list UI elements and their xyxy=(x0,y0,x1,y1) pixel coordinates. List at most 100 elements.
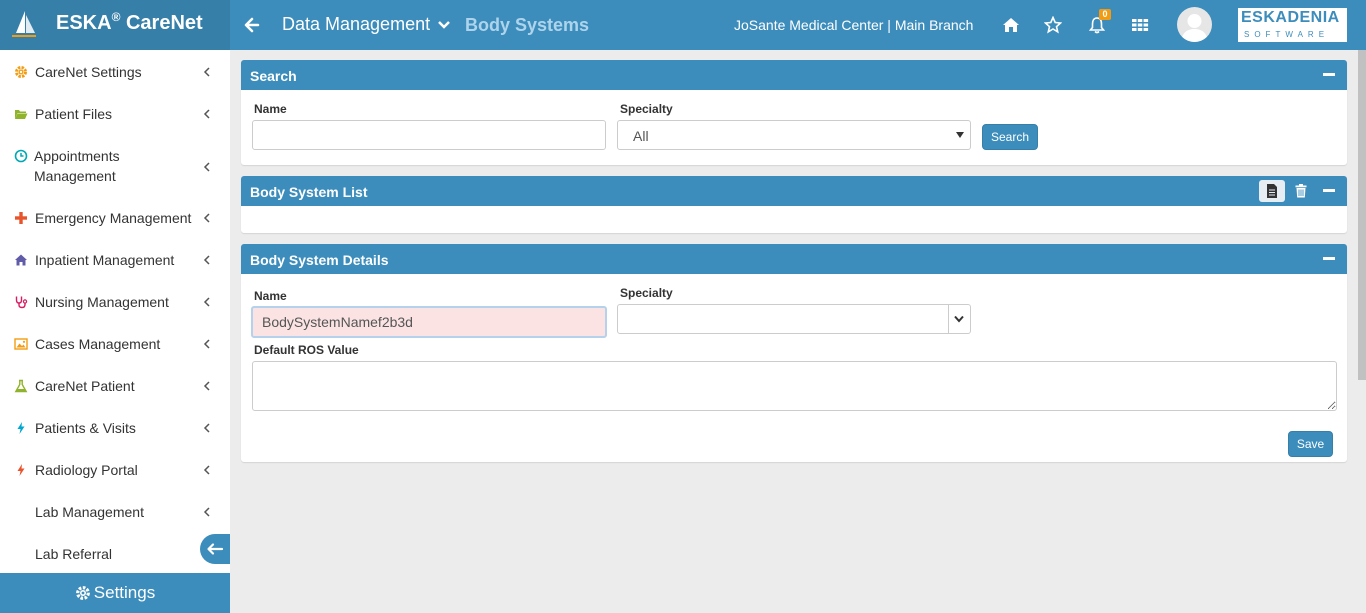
company-logo-line1: ESKADENIA xyxy=(1241,9,1340,26)
document-icon xyxy=(1267,184,1277,198)
brand-carenet: CareNet xyxy=(125,12,203,34)
sidebar-item-appointments-management[interactable]: Appointments Management xyxy=(0,145,230,189)
settings-label: Settings xyxy=(93,583,156,602)
trash-icon[interactable] xyxy=(1295,184,1307,198)
chevron-left-icon xyxy=(203,67,210,77)
chevron-left-icon xyxy=(203,255,210,265)
sidebar-item-carenet-patient[interactable]: CareNet Patient xyxy=(0,365,230,407)
sidebar-item-label: Patient Files xyxy=(35,106,113,122)
chevron-left-icon xyxy=(203,162,210,172)
chevron-left-icon xyxy=(203,381,210,391)
breadcrumb-body-systems: Body Systems xyxy=(465,15,590,35)
sidebar-item-label: Nursing Management xyxy=(35,294,169,310)
chevron-down-icon[interactable] xyxy=(437,18,451,32)
sidebar-item-patient-files[interactable]: Patient Files xyxy=(0,93,230,135)
page-scrollbar[interactable] xyxy=(1358,50,1366,380)
save-button[interactable]: Save xyxy=(1288,431,1333,457)
details-specialty-label: Specialty xyxy=(620,286,673,300)
chevron-down-icon xyxy=(954,315,964,323)
apps-grid-icon[interactable] xyxy=(1131,16,1149,34)
sidebar-item-patients-visits[interactable]: Patients & Visits xyxy=(0,407,230,449)
sidebar-item-lab-management[interactable]: Lab Management xyxy=(0,491,230,533)
details-name-input[interactable] xyxy=(251,306,607,338)
breadcrumb-data-management[interactable]: Data Management xyxy=(282,14,430,35)
user-avatar[interactable] xyxy=(1177,7,1212,42)
sidebar-item-label: Lab Referral xyxy=(35,546,113,562)
brand-registered: ® xyxy=(111,10,121,24)
facility-branch-label[interactable]: JoSante Medical Center | Main Branch xyxy=(734,17,973,33)
sidebar-item-label: Cases Management xyxy=(35,336,161,352)
sidebar-item-label: Appointments Management xyxy=(34,148,120,184)
search-panel-header: Search xyxy=(241,60,1347,90)
chevron-left-icon xyxy=(203,297,210,307)
notification-count-badge: 0 xyxy=(1099,9,1111,20)
brand-eska: ESKA xyxy=(56,12,112,34)
default-ros-textarea[interactable] xyxy=(252,361,1337,411)
sidebar-item-inpatient-management[interactable]: Inpatient Management xyxy=(0,239,230,281)
export-document-button[interactable] xyxy=(1259,180,1285,202)
brand-area[interactable]: ESKA® CareNet xyxy=(0,0,230,50)
sidebar-item-nursing-management[interactable]: Nursing Management xyxy=(0,281,230,323)
sailboat-logo-icon xyxy=(12,11,36,37)
bolt-icon xyxy=(17,422,25,434)
search-name-label: Name xyxy=(254,102,287,116)
chevron-left-icon xyxy=(203,213,210,223)
search-specialty-select[interactable]: All xyxy=(617,120,971,150)
flask-icon xyxy=(14,379,28,393)
search-name-input[interactable] xyxy=(252,120,606,150)
eskadenia-logo: ESKADENIA SOFTWARE xyxy=(1237,7,1348,43)
details-panel-title: Body System Details xyxy=(250,252,389,268)
sidebar-item-cases-management[interactable]: Cases Management xyxy=(0,323,230,365)
brand-name: ESKA® CareNet xyxy=(56,10,203,35)
home-icon xyxy=(15,254,27,266)
sidebar-item-label: Inpatient Management xyxy=(35,252,175,268)
chevron-left-icon xyxy=(203,423,210,433)
sidebar-item-label: CareNet Settings xyxy=(35,64,142,80)
top-navbar: ESKA® CareNet Data Management Body Syste… xyxy=(0,0,1366,50)
star-icon[interactable] xyxy=(1044,16,1062,34)
collapse-minus-icon[interactable] xyxy=(1323,257,1335,260)
search-panel: Search Name Specialty All Search xyxy=(241,60,1347,165)
collapse-minus-icon[interactable] xyxy=(1323,189,1335,192)
sidebar-item-radiology-portal[interactable]: Radiology Portal xyxy=(0,449,230,491)
sidebar-item-label: Lab Management xyxy=(35,504,144,520)
list-panel-title: Body System List xyxy=(250,184,368,200)
user-silhouette-icon xyxy=(1181,14,1208,42)
details-name-label: Name xyxy=(254,289,287,303)
gear-icon xyxy=(15,66,27,78)
search-specialty-value: All xyxy=(633,128,649,144)
search-specialty-label: Specialty xyxy=(620,102,673,116)
sidebar-item-label: Emergency Management xyxy=(35,210,192,226)
sidebar-item-emergency-management[interactable]: Emergency Management xyxy=(0,197,230,239)
details-specialty-select[interactable] xyxy=(617,304,971,334)
plus-icon xyxy=(15,212,27,224)
chevron-left-icon xyxy=(203,465,210,475)
sidebar-item-carenet-settings[interactable]: CareNet Settings xyxy=(0,51,230,93)
body-system-details-panel: Body System Details Name Specialty Defau… xyxy=(241,244,1347,462)
default-ros-label: Default ROS Value xyxy=(254,343,359,357)
details-panel-header: Body System Details xyxy=(241,244,1347,274)
list-panel-header: Body System List xyxy=(241,176,1347,206)
arrow-left-icon xyxy=(207,543,224,555)
sidebar-item-label: Radiology Portal xyxy=(35,462,138,478)
clock-icon xyxy=(14,149,28,163)
back-arrow-icon[interactable] xyxy=(244,15,260,35)
stethoscope-icon xyxy=(15,296,28,309)
folder-open-icon xyxy=(15,110,28,119)
chevron-left-icon xyxy=(203,507,210,517)
sidebar-item-label: CareNet Patient xyxy=(35,378,135,394)
bolt-icon xyxy=(17,464,25,476)
image-icon xyxy=(14,338,28,350)
chevron-left-icon xyxy=(203,339,210,349)
body-system-list-panel: Body System List xyxy=(241,176,1347,233)
sidebar-collapse-button[interactable] xyxy=(200,534,230,564)
sidebar: CareNet Settings Patient Files Appointme… xyxy=(0,50,230,613)
collapse-minus-icon[interactable] xyxy=(1323,73,1335,76)
sidebar-item-lab-referral[interactable]: Lab Referral xyxy=(0,533,230,575)
settings-button[interactable]: Settings xyxy=(0,573,230,613)
home-icon[interactable] xyxy=(1002,16,1020,34)
sidebar-item-label: Patients & Visits xyxy=(35,420,136,436)
company-logo-line2: SOFTWARE xyxy=(1244,30,1330,39)
select-divider xyxy=(948,305,949,333)
search-button[interactable]: Search xyxy=(982,124,1038,150)
